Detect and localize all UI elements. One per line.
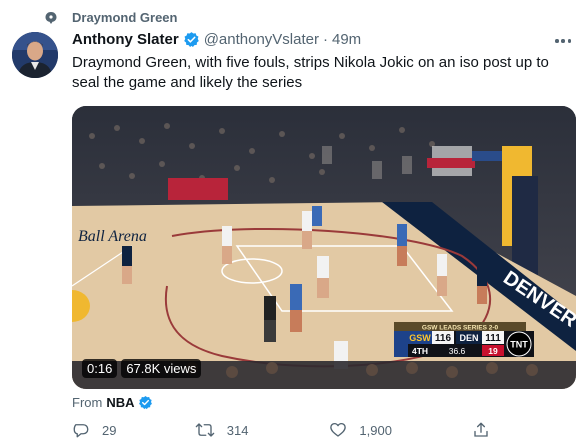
network-logo: TNT — [510, 340, 528, 350]
video-frame: DENVER NUGGETS Ball Arena — [72, 106, 576, 389]
more-options-icon[interactable] — [553, 31, 573, 51]
reply-button[interactable]: 29 — [72, 421, 195, 439]
video-views: 67.8K views — [121, 359, 202, 378]
reply-count: 29 — [102, 422, 117, 438]
verified-badge-icon — [183, 32, 199, 48]
retweet-button[interactable]: 314 — [195, 421, 330, 439]
verified-badge-icon — [138, 395, 152, 410]
heart-icon — [330, 422, 347, 437]
reply-icon — [73, 424, 89, 438]
author-handle[interactable]: @anthonyVslater — [204, 31, 319, 48]
retweet-icon — [195, 423, 215, 437]
like-count: 1,900 — [359, 422, 392, 438]
away-score: 111 — [485, 333, 501, 344]
share-button[interactable] — [472, 421, 502, 439]
video-duration: 0:16 — [82, 359, 118, 378]
away-team: DEN — [459, 333, 478, 343]
share-icon — [474, 422, 488, 437]
topic-row[interactable]: Draymond Green — [44, 10, 177, 25]
shot-clock: 19 — [488, 346, 498, 356]
tweet-header: Anthony Slater @anthonyVslater · 49m — [72, 31, 573, 48]
arena-logo-text: Ball Arena — [78, 228, 147, 245]
topic-label: Draymond Green — [72, 10, 178, 25]
avatar-image — [12, 32, 58, 78]
video-overlay: 0:16 67.8K views — [82, 359, 202, 378]
quarter: 4TH — [412, 346, 428, 356]
avatar[interactable] — [12, 32, 58, 78]
series-banner: GSW LEADS SERIES 2-0 — [422, 325, 499, 332]
topic-bubble-icon — [45, 11, 57, 24]
action-bar: 29 314 1,900 — [72, 421, 502, 439]
author-name[interactable]: Anthony Slater — [72, 31, 179, 48]
separator-dot: · — [322, 31, 328, 48]
retweet-count: 314 — [226, 422, 249, 438]
home-team: GSW — [409, 333, 431, 343]
source-prefix: From — [72, 395, 103, 410]
scoreboard: GSW LEADS SERIES 2-0 GSW 116 DEN 111 4TH… — [394, 322, 534, 357]
timestamp[interactable]: 49m — [332, 31, 361, 48]
source-attribution: From NBA — [72, 395, 153, 410]
home-score: 116 — [435, 333, 452, 344]
like-button[interactable]: 1,900 — [329, 421, 472, 439]
tweet-text: Draymond Green, with five fouls, strips … — [72, 54, 549, 91]
game-clock: 36.6 — [449, 346, 466, 356]
video-player[interactable]: DENVER NUGGETS Ball Arena — [72, 106, 576, 389]
source-name[interactable]: NBA — [106, 395, 134, 410]
